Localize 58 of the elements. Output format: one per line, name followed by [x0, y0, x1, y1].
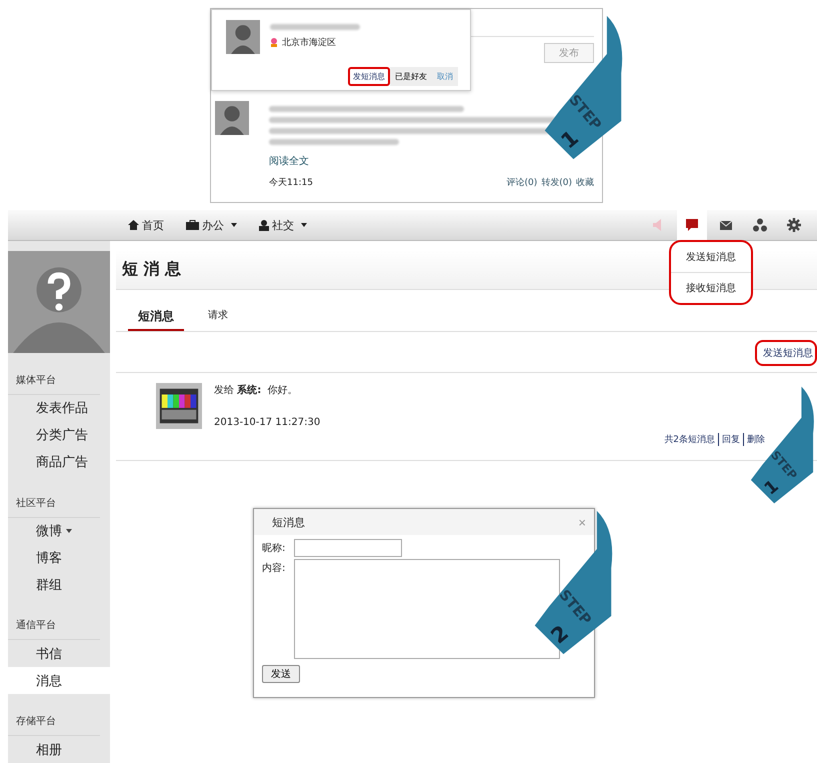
- sidebar-item[interactable]: 微博: [36, 522, 62, 540]
- send-button[interactable]: 发送: [262, 665, 300, 683]
- nav-menu-item[interactable]: 办公: [202, 218, 224, 232]
- sidebar-item[interactable]: 发表作品: [36, 399, 88, 418]
- message-action-link[interactable]: 回复: [718, 433, 740, 446]
- avatar-silhouette-icon: [8, 251, 110, 353]
- network-icon[interactable]: [753, 218, 767, 232]
- settings-icon[interactable]: [787, 218, 801, 232]
- step-number: 1: [556, 124, 584, 154]
- avatar-icon: [215, 101, 249, 135]
- send-message-link[interactable]: 发送短消息: [755, 340, 817, 366]
- caret-icon[interactable]: [66, 529, 72, 534]
- message-action-link[interactable]: 删除: [743, 433, 765, 446]
- sidebar-item[interactable]: 分类广告: [36, 426, 88, 444]
- sidebar-section-title: 通信平台: [8, 598, 100, 640]
- popup-button[interactable]: 发短消息: [348, 67, 390, 86]
- sidebar-item[interactable]: 消息: [36, 672, 62, 690]
- sidebar-item[interactable]: 书信: [36, 644, 62, 663]
- field-label: 内容:: [262, 562, 286, 576]
- sidebar-item[interactable]: 商品广告: [36, 453, 88, 472]
- sidebar-section-title: 存储平台: [8, 694, 100, 736]
- sidebar-item[interactable]: 相册: [36, 740, 62, 759]
- test-pattern-avatar-icon: [156, 383, 202, 429]
- message-action-link[interactable]: 共2条短消息: [664, 433, 715, 446]
- sidebar-item[interactable]: 博客: [36, 549, 62, 567]
- sidebar-section-title: 媒体平台: [8, 353, 100, 395]
- step-number: 2: [546, 620, 574, 648]
- message-text: 发给 系统: 你好。: [214, 385, 298, 396]
- page-title: 短 消 息: [122, 258, 182, 280]
- post-time: 今天11:15: [269, 176, 313, 189]
- post-action-link[interactable]: 转发(0): [541, 178, 572, 188]
- read-more-link[interactable]: 阅读全文: [269, 154, 309, 168]
- sidebar-item[interactable]: 群组: [36, 576, 62, 594]
- tab[interactable]: 请求: [198, 308, 238, 331]
- nav-menu-item[interactable]: 首页: [142, 218, 164, 232]
- avatar-icon: [226, 20, 260, 54]
- field-label: 昵称:: [262, 542, 286, 556]
- mail-icon[interactable]: [719, 218, 733, 232]
- step-number: 1: [760, 476, 783, 500]
- dropdown-menu-item[interactable]: 接收短消息: [671, 272, 751, 303]
- popup-button[interactable]: 已是好友: [390, 67, 432, 86]
- nickname-field[interactable]: [294, 539, 402, 557]
- message-time: 2013-10-17 11:27:30: [214, 417, 320, 428]
- post-action-link[interactable]: 评论(0): [506, 178, 538, 188]
- home-icon: [128, 220, 139, 230]
- sidebar-section-title: 社区平台: [8, 476, 100, 518]
- caret-icon[interactable]: [231, 223, 237, 227]
- nav-menu-item[interactable]: 社交: [272, 218, 294, 232]
- caret-icon[interactable]: [301, 223, 307, 227]
- dialog-title: 短消息: [272, 514, 305, 530]
- chat-icon[interactable]: [685, 218, 699, 232]
- briefcase-icon: [186, 220, 199, 230]
- location-icon: [270, 38, 278, 47]
- post-action-link[interactable]: 收藏: [576, 178, 594, 188]
- tab[interactable]: 短消息: [128, 308, 184, 331]
- person-icon: [259, 220, 269, 230]
- location-text: 北京市海淀区: [282, 36, 336, 49]
- dropdown-menu-item[interactable]: 发送短消息: [671, 242, 751, 272]
